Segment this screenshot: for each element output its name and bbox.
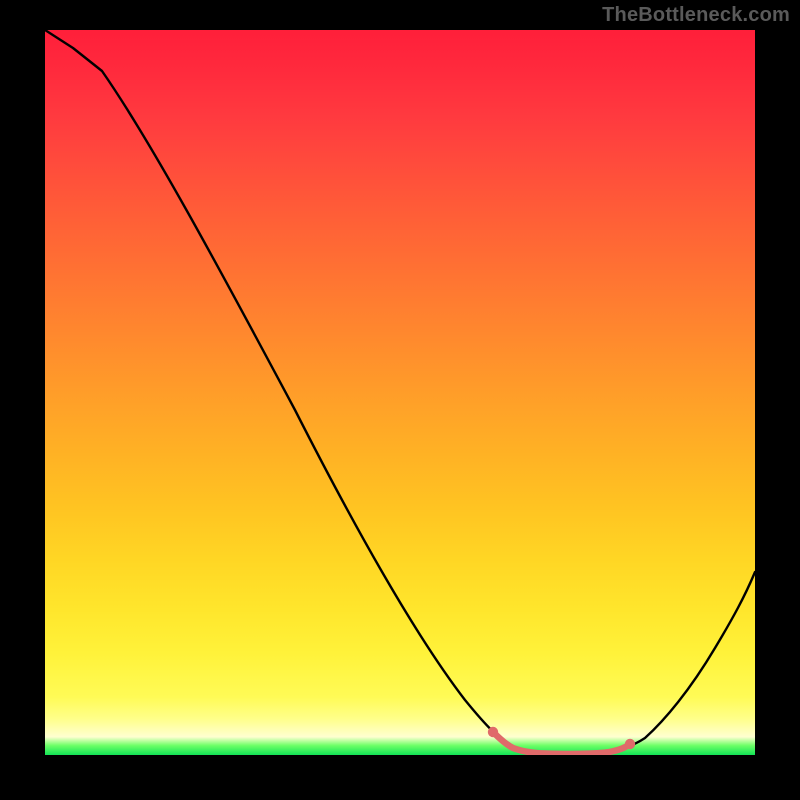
highlight-start-dot [488, 727, 498, 737]
optimal-range-highlight [493, 732, 630, 754]
plot-svg [45, 30, 755, 755]
plot-area [45, 30, 755, 755]
chart-frame: TheBottleneck.com [0, 0, 800, 800]
highlight-end-dot [625, 739, 635, 749]
watermark-text: TheBottleneck.com [602, 4, 790, 27]
bottleneck-curve-line [45, 30, 755, 753]
